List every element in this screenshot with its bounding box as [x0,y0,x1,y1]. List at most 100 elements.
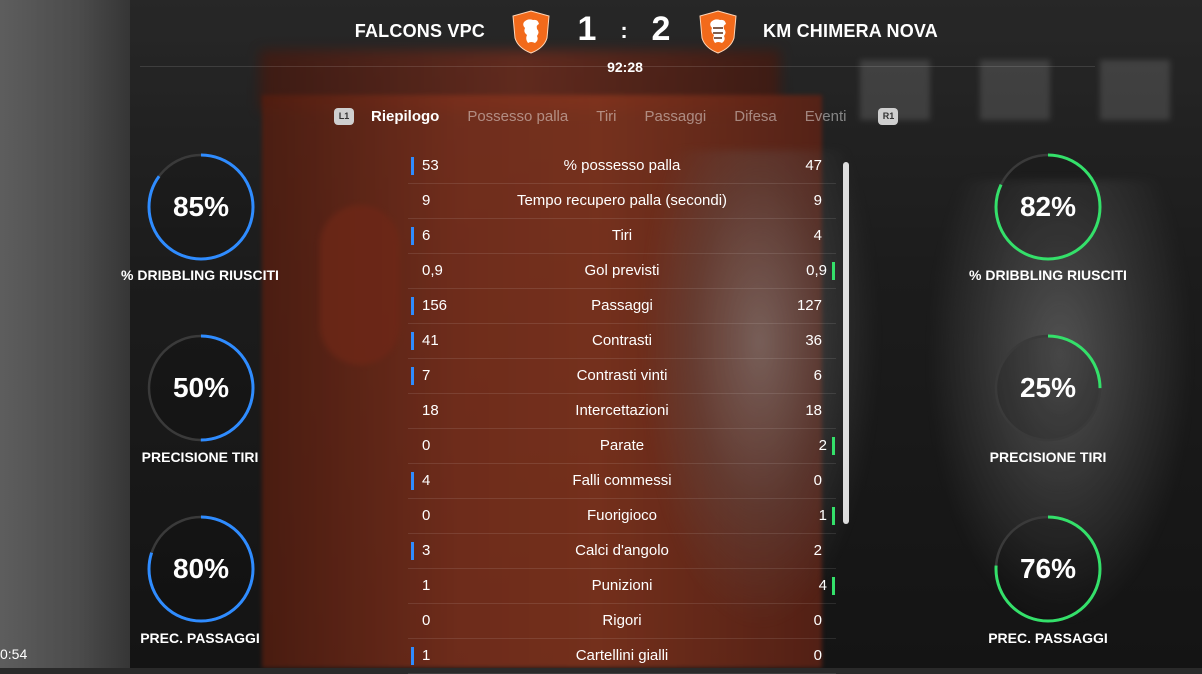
home-stat-value: 1 [422,577,431,594]
stat-row: 41 Contrasti 36 [408,324,836,359]
gauge-label: PREC. PASSAGGI [140,630,260,646]
home-stat-value: 156 [422,297,448,314]
gauge-value: 80% [172,553,230,584]
gauge-value: 25% [1019,372,1077,403]
away-stat-value: 36 [805,332,822,349]
home-team-name: FALCONS VPC [354,21,485,41]
home-stat-value: 0 [422,507,431,524]
scoreboard-header: FALCONS VPC 1 : 2 KM CHIMERA NOVA 92:28 [0,0,1202,85]
home-stat-value: 41 [422,332,439,349]
away-stat-value: 0 [813,472,822,489]
tab-difesa[interactable]: Difesa [734,108,777,125]
home-leader-marker [411,332,414,350]
gauge-label: PRECISIONE TIRI [141,449,259,465]
tab-tiri[interactable]: Tiri [596,108,616,125]
gauge-label: % DRIBBLING RIUSCITI [121,267,279,283]
away-team-name: KM CHIMERA NOVA [763,21,938,41]
gauge-label: % DRIBBLING RIUSCITI [969,267,1127,283]
away-stat-value: 127 [796,297,822,314]
stat-row: 9 Tempo recupero palla (secondi) 9 [408,184,836,219]
stat-name: Rigori [602,612,642,629]
stat-row: 7 Contrasti vinti 6 [408,359,836,394]
stat-row: 0,9 Gol previsti 0,9 [408,254,836,289]
header-divider [140,66,1095,67]
stat-name: Passaggi [591,297,653,314]
gauge-value: 76% [1019,553,1077,584]
away-stat-value: 2 [818,437,827,454]
tab-eventi[interactable]: Eventi [805,108,847,125]
home-leader-marker [411,227,414,245]
home-stat-value: 9 [422,192,431,209]
stat-name: Parate [599,437,645,454]
home-leader-marker [411,297,414,315]
home-stat-value: 0 [422,437,431,454]
home-leader-marker [411,367,414,385]
stats-scrollbar[interactable] [843,162,849,524]
r1-bumper-icon[interactable]: R1 [878,107,899,125]
home-stat-value: 6 [422,227,431,244]
away-stat-value: 4 [813,227,822,244]
home-stat-value: 0 [422,612,431,629]
home-stat-value: 7 [422,367,431,384]
gauge-value: 82% [1019,191,1077,222]
stat-row: 6 Tiri 4 [408,219,836,254]
corner-timestamp: 0:54 [0,646,28,662]
stats-table: 53% possesso palla 47 9 Tempo recupero pall… [408,149,836,674]
away-leader-marker [832,577,835,595]
home-leader-marker [411,157,414,175]
lion-crest-icon [698,10,738,54]
tab-passaggi[interactable]: Passaggi [645,108,707,125]
home-dribbling-gauge: 85% [146,152,256,262]
stat-name: Tempo recupero palla (secondi) [516,192,728,209]
stat-name: Contrasti vinti [576,367,668,384]
home-leader-marker [411,472,414,490]
stat-row: 3 Calci d'angolo 2 [408,534,836,569]
stat-name: Fuorigioco [586,507,658,524]
stat-name: % possesso palla [563,157,681,174]
away-stat-value: 0,9 [806,262,827,279]
tab-riepilogo[interactable]: Riepilogo [371,108,439,125]
away-stat-value: 18 [805,402,822,419]
stat-row: 53 % possesso palla 47 [408,149,836,184]
stat-row: 4 Falli commessi 0 [408,464,836,499]
away-stat-value: 1 [818,507,827,524]
score-separator: : [620,18,628,43]
home-leader-marker [411,647,414,665]
away-stat-value: 6 [813,367,822,384]
stat-name: Contrasti [591,332,653,349]
stat-name: Intercettazioni [575,402,669,419]
lion-crest-icon [511,10,551,54]
home-pass-accuracy-gauge: 80% [146,514,256,624]
home-stat-value: 4 [422,472,431,489]
stat-row: 0 Parate 2 [408,429,836,464]
away-stat-value: 2 [813,542,822,559]
away-leader-marker [832,262,835,280]
away-leader-marker [832,437,835,455]
home-score: 1 [577,10,597,48]
stat-row: 1 Punizioni 4 [408,569,836,604]
home-leader-marker [411,542,414,560]
away-pass-accuracy-gauge: 76% [993,514,1103,624]
stat-name: Punizioni [591,577,653,594]
match-clock: 92:28 [607,59,643,75]
home-stat-value: 18 [422,402,439,419]
away-stat-value: 4 [818,577,827,594]
away-score: 2 [651,10,671,48]
home-shot-accuracy-gauge: 50% [146,333,256,443]
away-stat-value: 0 [813,612,822,629]
stat-row: 0 Fuorigioco 1 [408,499,836,534]
stat-row: 1 Cartellini gialli 0 [408,639,836,674]
away-stat-value: 9 [813,192,822,209]
away-dribbling-gauge: 82% [993,152,1103,262]
stats-tab-bar: L1 Riepilogo Possesso palla Tiri Passagg… [334,105,899,127]
stat-name: Falli commessi [572,472,672,489]
stat-row: 0 Rigori 0 [408,604,836,639]
home-stat-value: 3 [422,542,431,559]
gauge-value: 85% [172,191,230,222]
away-stat-value: 47 [805,157,822,174]
tab-possesso-palla[interactable]: Possesso palla [467,108,568,125]
stat-name: Gol previsti [584,262,660,279]
l1-bumper-icon[interactable]: L1 [334,107,354,125]
home-stat-value: 53 [422,157,439,174]
stat-row: 18 Intercettazioni 18 [408,394,836,429]
